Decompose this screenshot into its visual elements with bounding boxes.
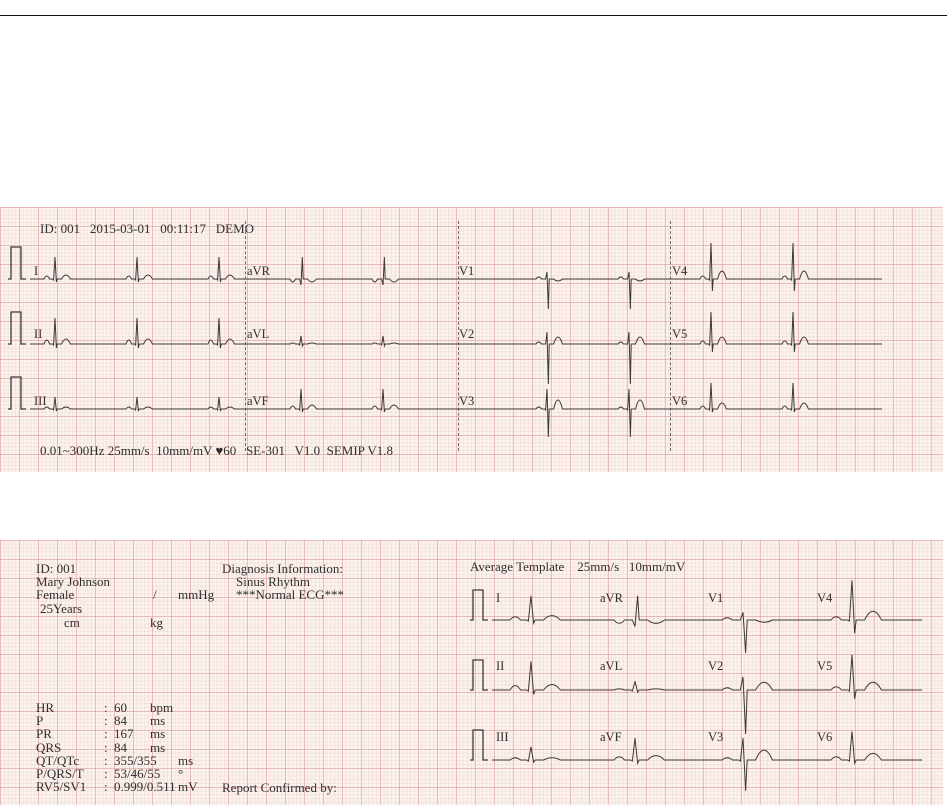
ecg-trace-i	[30, 256, 245, 283]
ecg-trace-v6	[670, 382, 882, 413]
footer-version: V1.0	[294, 443, 321, 458]
ecg-12-lead-strip: ID: 001 2015-03-01 00:11:17 DEMO I aVR V…	[0, 207, 943, 472]
footer-speed: 25mm/s	[107, 443, 150, 458]
ecg-trace-iii	[492, 746, 596, 764]
ecg-trace-v2	[458, 331, 670, 385]
footer-device: SE-301	[245, 443, 285, 458]
ecg-trace-avf	[245, 388, 458, 413]
ecg-trace-v1	[458, 271, 670, 310]
calibration-pulse	[470, 729, 488, 761]
footer-hr: 60	[223, 443, 237, 458]
calibration-pulse	[8, 376, 26, 410]
ecg-trace-avl	[245, 335, 458, 348]
ecg-trace-v1	[704, 612, 813, 654]
ecg-trace-v5	[813, 654, 922, 699]
footer-software: SEMIP V1.8	[326, 443, 394, 458]
strip-footer: 0.01~300Hz 25mm/s 10mm/mV ♥60 SE-301 V1.…	[40, 444, 393, 457]
ecg-trace-v5	[670, 311, 882, 353]
ecg-report: ID: 001 Mary Johnson Female / mmHg 25Yea…	[0, 540, 943, 805]
calibration-pulse	[8, 311, 26, 345]
footer-filter: 0.01~300Hz	[40, 443, 105, 458]
footer-gain: 10mm/mV	[156, 443, 213, 458]
ecg-trace-avl	[596, 681, 704, 694]
ecg-trace-v4	[813, 580, 922, 634]
calibration-pulse	[470, 659, 488, 691]
ecg-trace-v3	[458, 388, 670, 438]
ecg-trace-i	[492, 595, 596, 626]
ecg-traces	[8, 242, 882, 438]
ecg-trace-v6	[813, 731, 922, 766]
calibration-pulse	[470, 589, 488, 621]
ecg-trace-ii	[30, 317, 245, 349]
ecg-trace-avr	[596, 595, 704, 627]
calibration-pulse	[8, 246, 26, 280]
ecg-trace-ii	[492, 661, 596, 695]
ecg-trace-avf	[596, 737, 704, 766]
ecg-trace-iii	[30, 396, 245, 412]
template-traces	[470, 580, 922, 791]
ecg-trace-v2	[704, 676, 813, 735]
ecg-trace-avr	[245, 256, 458, 286]
page-top-rule	[0, 15, 947, 16]
ecg-trace-v4	[670, 242, 882, 292]
ecg-trace-v3	[704, 737, 813, 791]
